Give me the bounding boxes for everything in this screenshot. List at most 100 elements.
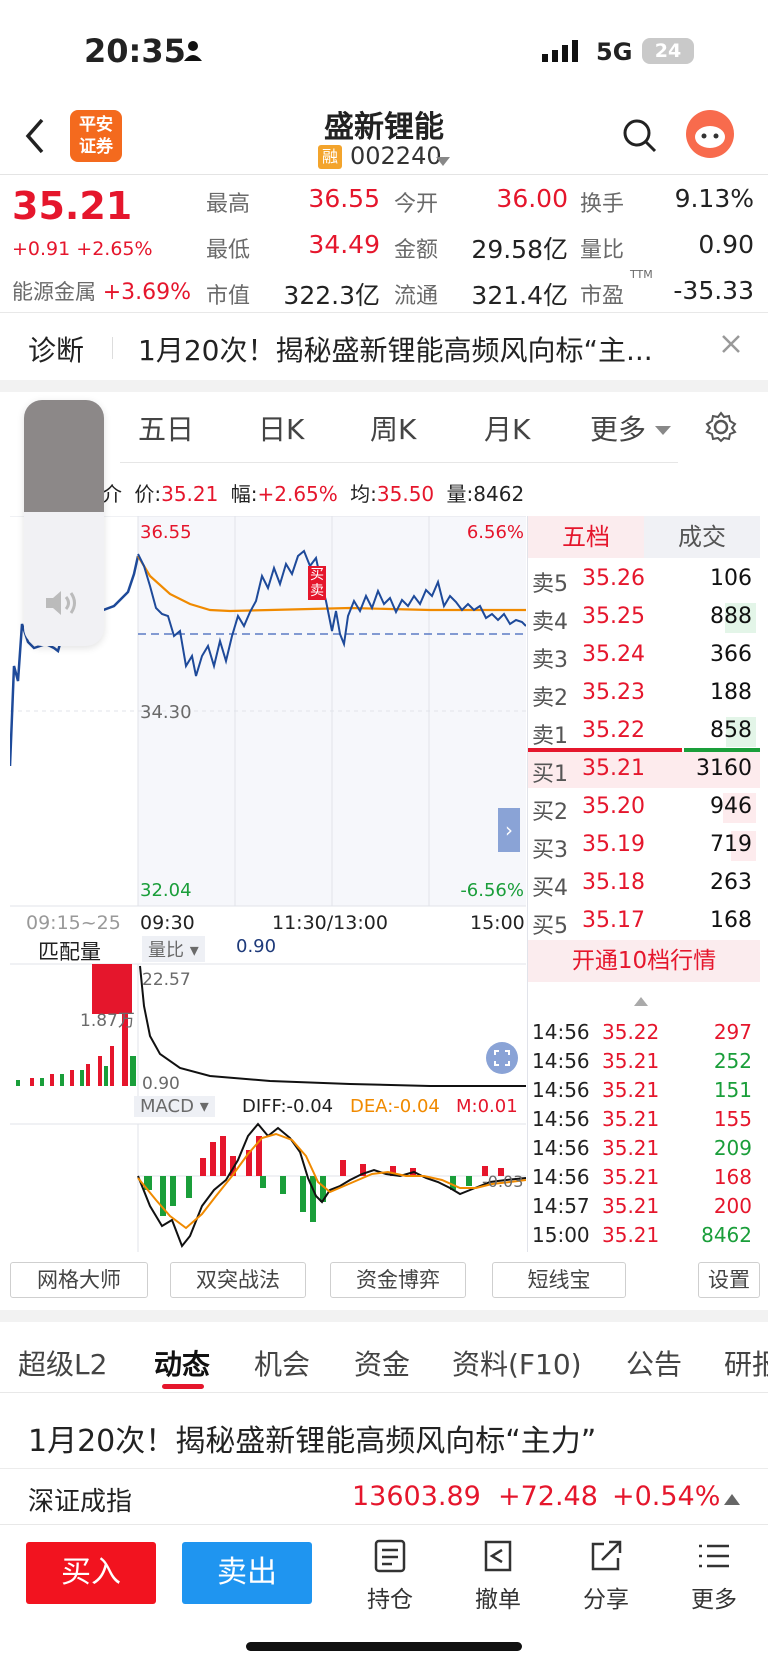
- macd-label: MACD: [140, 1096, 194, 1117]
- avatar[interactable]: [686, 110, 734, 158]
- level-price: 35.23: [582, 680, 645, 705]
- tab-research[interactable]: 研报: [724, 1343, 768, 1383]
- section-gap: [0, 380, 768, 392]
- volume-panel[interactable]: 匹配量 量比 ▾ 0.90 22.57 0.90 1.87万: [10, 936, 526, 1096]
- chart-tab-5day[interactable]: 五日: [138, 408, 194, 448]
- buy-button[interactable]: 买入: [26, 1542, 156, 1604]
- cancel-order-button[interactable]: 撤单: [458, 1538, 538, 1614]
- level-volume: 263: [710, 870, 752, 895]
- person-icon: [182, 40, 204, 66]
- stat-label-high: 最高: [206, 192, 251, 217]
- info-avg-label: 均:: [350, 482, 377, 506]
- level-label: 卖4: [532, 610, 568, 635]
- vol-top-value: 22.57: [142, 970, 191, 990]
- holdings-button[interactable]: 持仓: [350, 1538, 430, 1614]
- stat-label-amount: 金额: [394, 238, 439, 263]
- stock-code[interactable]: 002240: [350, 142, 442, 170]
- tab-announcement[interactable]: 公告: [626, 1343, 682, 1383]
- chart-low-pct: -6.56%: [460, 880, 524, 901]
- macd-panel[interactable]: MACD ▾ DIFF:-0.04 DEA:-0.04 M:0.01 -0.03: [10, 1096, 526, 1252]
- chart-tab-monthly[interactable]: 月K: [484, 408, 530, 448]
- close-icon[interactable]: [720, 333, 742, 359]
- tab-five-levels[interactable]: 五档: [528, 516, 644, 558]
- search-icon[interactable]: [622, 118, 658, 158]
- info-vol-label: 量:: [446, 482, 474, 506]
- info-price: 35.21: [161, 482, 219, 506]
- bid-row[interactable]: 买1 35.21 3160: [528, 752, 760, 788]
- trade-row: 14:56 35.21 155: [528, 1105, 760, 1133]
- cancel-order-label: 撤单: [475, 1587, 521, 1613]
- buy-sell-tag[interactable]: 买卖: [308, 566, 326, 600]
- trade-volume: 8462: [701, 1223, 752, 1247]
- tab-f10[interactable]: 资料(F10): [452, 1343, 582, 1383]
- volume-level-fill: [24, 400, 104, 512]
- fullscreen-icon[interactable]: [486, 1042, 518, 1074]
- chevron-down-icon[interactable]: [436, 152, 450, 171]
- ask-row[interactable]: 卖3 35.24 366: [528, 638, 760, 674]
- news-headline[interactable]: 1月20次！揭秘盛新锂能高频风向标“主力”: [28, 1416, 596, 1460]
- level-label: 买5: [532, 914, 568, 939]
- vol-ratio-label: 量比: [148, 940, 184, 961]
- sell-button[interactable]: 卖出: [182, 1542, 312, 1604]
- tab-trades[interactable]: 成交: [644, 516, 760, 558]
- tool-double-breakout[interactable]: 双突战法: [170, 1262, 306, 1298]
- chart-tab-daily[interactable]: 日K: [258, 408, 304, 448]
- upgrade-10-level-button[interactable]: 开通10档行情: [528, 940, 760, 982]
- bid-row[interactable]: 买5 35.17 168: [528, 904, 760, 940]
- level-volume: 946: [710, 794, 752, 819]
- sector-line[interactable]: 能源金属 +3.69%: [12, 276, 191, 306]
- trade-volume: 155: [713, 1107, 752, 1131]
- trade-price: 35.21: [602, 1078, 660, 1102]
- tool-settings[interactable]: 设置: [698, 1262, 760, 1298]
- bid-row[interactable]: 买4 35.18 263: [528, 866, 760, 902]
- tab-opportunity[interactable]: 机会: [254, 1343, 310, 1383]
- index-bar[interactable]: 深证成指 13603.89 +72.48 +0.54%: [0, 1468, 768, 1525]
- change-abs: +0.91: [12, 238, 71, 260]
- tab-capital[interactable]: 资金: [354, 1343, 410, 1383]
- bid-row[interactable]: 买3 35.19 719: [528, 828, 760, 864]
- tab-super-l2[interactable]: 超级L2: [18, 1343, 107, 1383]
- ask-row[interactable]: 卖4 35.25 888: [528, 600, 760, 636]
- chart-tab-weekly[interactable]: 周K: [370, 408, 416, 448]
- stat-value-amount: 29.58亿: [471, 235, 568, 264]
- chart-tab-more[interactable]: 更多: [590, 408, 671, 448]
- level-volume: 3160: [696, 756, 752, 781]
- home-indicator[interactable]: [246, 1642, 522, 1651]
- trade-row: 14:56 35.21 151: [528, 1076, 760, 1104]
- macd-selector[interactable]: MACD ▾: [134, 1096, 215, 1117]
- tab-news[interactable]: 动态: [154, 1343, 210, 1383]
- trade-time: 14:56: [532, 1020, 590, 1044]
- bid-row[interactable]: 买2 35.20 946: [528, 790, 760, 826]
- level-price: 35.24: [582, 642, 645, 667]
- vol-ratio-selector[interactable]: 量比 ▾: [142, 936, 205, 962]
- diagnosis-banner[interactable]: 诊断 1月20次！揭秘盛新锂能高频风向标“主...: [0, 313, 768, 379]
- tabs-underline: [120, 462, 678, 463]
- more-button[interactable]: 更多: [674, 1538, 754, 1614]
- caret-up-icon[interactable]: [724, 1491, 740, 1510]
- expand-arrow-button[interactable]: ›: [498, 808, 520, 852]
- tool-short-line[interactable]: 短线宝: [492, 1262, 626, 1298]
- collapse-up-icon[interactable]: [634, 992, 648, 1011]
- stat-label-low: 最低: [206, 238, 251, 263]
- trade-price: 35.21: [602, 1049, 660, 1073]
- info-prefix: 介: [102, 482, 122, 506]
- tool-capital-game[interactable]: 资金博弈: [330, 1262, 466, 1298]
- menu-icon: [699, 1544, 729, 1568]
- trade-volume: 151: [713, 1078, 752, 1102]
- time-label-mid: 11:30/13:00: [272, 912, 388, 934]
- ask-row[interactable]: 卖5 35.26 106: [528, 562, 760, 598]
- share-button[interactable]: 分享: [566, 1538, 646, 1614]
- stat-value-low: 34.49: [308, 230, 380, 259]
- index-pct: +0.54%: [612, 1481, 721, 1512]
- volume-popup[interactable]: [24, 400, 104, 646]
- tool-grid-master[interactable]: 网格大师: [10, 1262, 148, 1298]
- info-amp-label: 幅:: [230, 482, 258, 506]
- settings-gear-icon[interactable]: [704, 410, 738, 448]
- info-vol: 8462: [473, 482, 525, 506]
- tab-active-underline: [162, 1384, 204, 1389]
- level-price: 35.19: [582, 832, 645, 857]
- stat-value-volratio: 0.90: [698, 230, 754, 259]
- vol-ratio-value: 0.90: [236, 936, 277, 957]
- ask-row[interactable]: 卖1 35.22 858: [528, 714, 760, 750]
- ask-row[interactable]: 卖2 35.23 188: [528, 676, 760, 712]
